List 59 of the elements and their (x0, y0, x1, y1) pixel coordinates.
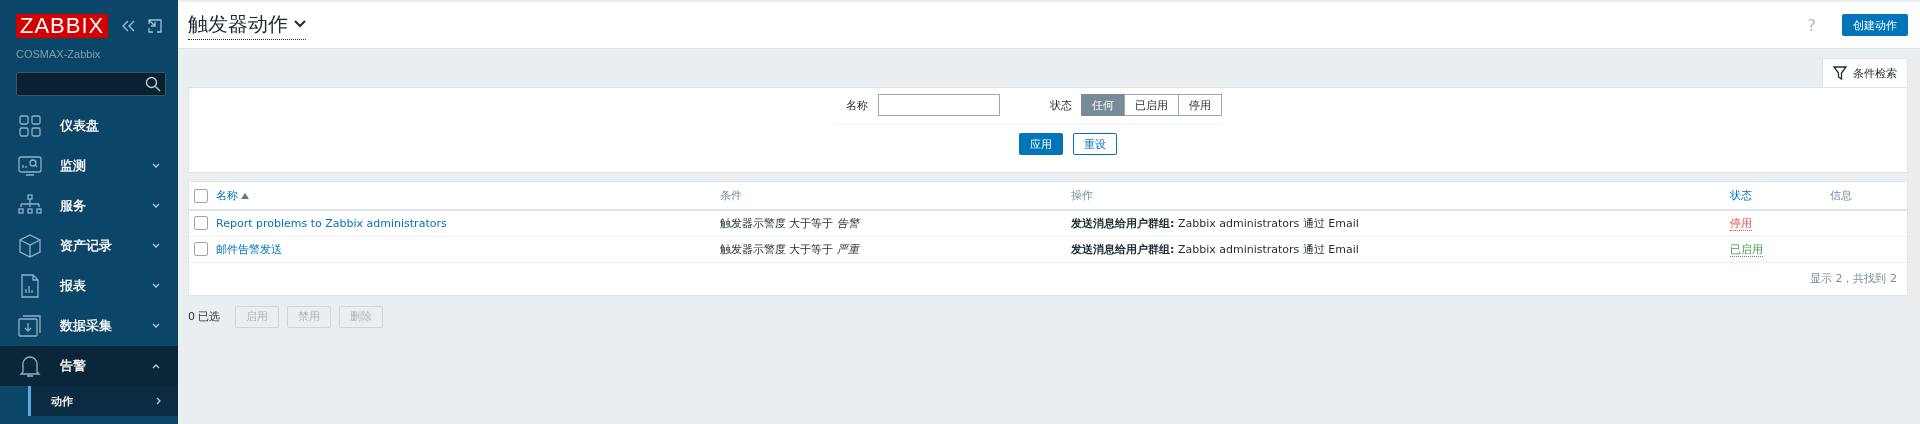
download-icon (18, 314, 42, 338)
action-link[interactable]: 邮件告警发送 (216, 242, 282, 256)
server-name: COSMAX-Zabbix (15, 47, 102, 60)
chevron-down-icon (152, 283, 160, 289)
column-header: 条件 (720, 189, 742, 202)
logo: ZABBIX (16, 14, 109, 38)
selected-count: 0 已选 (188, 309, 221, 324)
condition-text: 触发器示警度 大于等于 告警 (720, 216, 859, 230)
menu-item[interactable]: 服务 (0, 186, 178, 226)
monitor-icon (18, 154, 42, 178)
column-sort-link[interactable]: 状态 (1730, 189, 1752, 202)
row-checkbox[interactable] (194, 242, 208, 256)
field-label: 名称 (846, 97, 868, 113)
grid-icon (18, 114, 42, 138)
sort-up-icon (241, 193, 249, 199)
chevron-down-icon (152, 243, 160, 249)
menu-item[interactable]: 仪表盘 (0, 106, 178, 146)
status-link[interactable]: 已启用 (1730, 242, 1763, 257)
search-field[interactable] (16, 72, 166, 96)
chevron-down-icon (294, 20, 306, 28)
menu-item[interactable]: 数据采集 (0, 306, 178, 346)
action-link[interactable]: Report problems to Zabbix administrators (216, 216, 447, 230)
report-icon (18, 274, 42, 298)
chevron-down-icon (152, 163, 160, 169)
column-header: 操作 (1071, 189, 1093, 202)
table-summary: 显示 2，共找到 2 (1810, 271, 1897, 285)
operation-text: 发送消息给用户群组: Zabbix administrators 通过 Email (1071, 242, 1359, 256)
bell-icon (18, 354, 42, 378)
menu-item[interactable]: 资产记录 (0, 226, 178, 266)
cube-icon (18, 234, 42, 258)
submenu-item[interactable]: 动作 (28, 386, 178, 416)
kiosk-icon (148, 19, 163, 33)
filter-tab[interactable]: 条件检索 (1822, 58, 1908, 87)
status-option[interactable]: 已启用 (1124, 94, 1179, 116)
status-option[interactable]: 任何 (1081, 94, 1125, 116)
chevron-up-icon (152, 363, 160, 369)
chevron-down-icon (152, 323, 160, 329)
search-icon (145, 76, 161, 92)
select-all-checkbox[interactable] (194, 188, 208, 203)
menu-item[interactable]: 报表 (0, 266, 178, 306)
page-title[interactable]: 触发器动作 (188, 10, 306, 40)
chevron-down-icon (152, 203, 160, 209)
field-label: 状态 (1050, 97, 1072, 113)
column-header: 信息 (1830, 189, 1852, 202)
status-link[interactable]: 停用 (1730, 216, 1752, 231)
condition-text: 触发器示警度 大于等于 严重 (720, 242, 859, 256)
collapse-icon (120, 19, 137, 33)
menu-item[interactable]: 监测 (0, 146, 178, 186)
name-field[interactable] (878, 94, 1000, 116)
filter-icon (1833, 66, 1847, 80)
create-button[interactable]: 创建动作 (1842, 14, 1908, 36)
column-sort-link[interactable]: 名称 (216, 189, 249, 202)
reset-button[interactable]: 重设 (1073, 133, 1117, 155)
apply-button[interactable]: 应用 (1019, 133, 1063, 155)
status-option[interactable]: 停用 (1178, 94, 1222, 116)
operation-text: 发送消息给用户群组: Zabbix administrators 通过 Email (1071, 216, 1359, 230)
chevron-right-icon (156, 397, 162, 405)
menu-item[interactable]: 告警 (0, 346, 178, 386)
row-checkbox[interactable] (194, 216, 208, 231)
